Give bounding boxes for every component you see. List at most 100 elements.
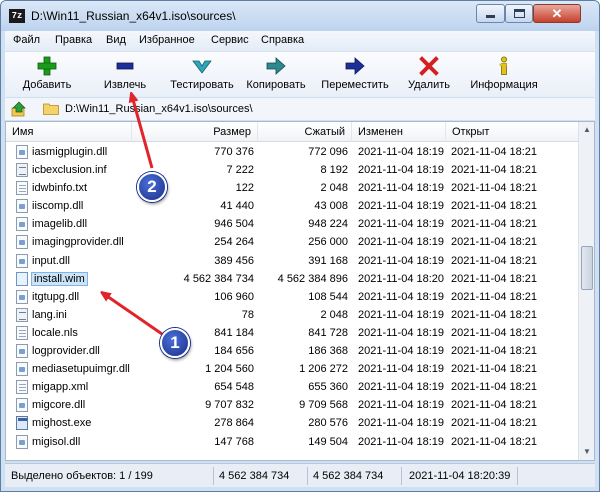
file-list: Имя Размер Сжатый Изменен Открыт iasmigp… xyxy=(5,121,595,461)
column-size[interactable]: Размер xyxy=(132,122,258,142)
column-packed[interactable]: Сжатый xyxy=(258,122,352,142)
menu-view[interactable]: Вид xyxy=(106,34,126,46)
table-row[interactable]: lang.ini 78 2 048 2021-11-04 18:19 2021-11-0… xyxy=(6,306,578,324)
table-row[interactable]: imagingprovider.dll 254 264 256 000 2021-11… xyxy=(6,233,578,251)
dll-file-icon xyxy=(16,344,28,359)
table-row[interactable]: iiscomp.dll 41 440 43 008 2021-11-04 18:19 2… xyxy=(6,197,578,215)
file-size: 278 864 xyxy=(214,417,254,430)
table-row[interactable]: install.wim 4 562 384 734 4 562 384 896 202… xyxy=(6,270,578,288)
column-created[interactable]: Открыт xyxy=(446,122,578,142)
file-rows: iasmigplugin.dll 770 376 772 096 2021-11-04… xyxy=(6,143,578,461)
file-modified: 2021-11-04 18:19 xyxy=(358,200,445,213)
scroll-down-icon[interactable]: ▼ xyxy=(579,444,595,460)
toolbar: Добавить Извлечь Тестировать Копировать … xyxy=(5,51,595,97)
file-created: 2021-11-04 18:21 xyxy=(451,272,538,285)
file-modified: 2021-11-04 18:19 xyxy=(358,290,445,303)
table-row[interactable]: migisol.dll 147 768 149 504 2021-11-04 18:1… xyxy=(6,433,578,451)
delete-x-icon xyxy=(419,56,439,76)
column-header: Имя Размер Сжатый Изменен Открыт xyxy=(6,122,578,142)
table-row[interactable]: migapp.xml 654 548 655 360 2021-11-04 18:19… xyxy=(6,378,578,396)
file-name: icbexclusion.inf xyxy=(32,164,107,177)
file-modified: 2021-11-04 18:19 xyxy=(358,308,445,321)
table-row[interactable]: logprovider.dll 184 656 186 368 2021-11-04 … xyxy=(6,342,578,360)
file-name: locale.nls xyxy=(32,326,78,339)
close-icon: ✕ xyxy=(551,6,563,21)
copy-button[interactable]: Копировать xyxy=(241,54,311,96)
table-row[interactable]: imagelib.dll 946 504 948 224 2021-11-04 18:… xyxy=(6,215,578,233)
file-packed-size: 655 360 xyxy=(308,381,348,394)
table-row[interactable]: migcore.dll 9 707 832 9 709 568 2021-11-04 … xyxy=(6,396,578,414)
file-packed-size: 391 168 xyxy=(308,254,348,267)
file-modified: 2021-11-04 18:20 xyxy=(358,272,445,285)
ini-file-icon xyxy=(16,307,28,322)
file-size: 1 204 560 xyxy=(205,363,254,376)
file-name: install.wim xyxy=(31,271,88,286)
dll-file-icon xyxy=(16,199,28,214)
table-row[interactable]: mighost.exe 278 864 280 576 2021-11-04 18:1… xyxy=(6,414,578,432)
minus-icon xyxy=(116,62,134,70)
file-created: 2021-11-04 18:21 xyxy=(451,218,538,231)
file-size: 122 xyxy=(235,182,254,195)
file-created: 2021-11-04 18:21 xyxy=(451,254,538,267)
file-name: mighost.exe xyxy=(32,417,92,430)
file-size: 78 xyxy=(241,308,254,321)
address-input[interactable] xyxy=(63,99,593,119)
table-row[interactable]: itgtupg.dll 106 960 108 544 2021-11-04 18:1… xyxy=(6,288,578,306)
file-packed-size: 2 048 xyxy=(320,182,348,195)
extract-button[interactable]: Извлечь xyxy=(91,54,159,96)
maximize-button[interactable] xyxy=(505,4,533,23)
file-packed-size: 149 504 xyxy=(308,435,348,448)
file-packed-size: 841 728 xyxy=(308,326,348,339)
dll-file-icon xyxy=(16,253,28,268)
menu-tools[interactable]: Сервис xyxy=(211,34,249,46)
scroll-thumb[interactable] xyxy=(581,246,593,290)
folder-up-icon[interactable] xyxy=(11,101,27,117)
info-button[interactable]: Информация xyxy=(463,54,545,96)
file-packed-size: 948 224 xyxy=(308,218,348,231)
file-size: 389 456 xyxy=(214,254,254,267)
file-size: 770 376 xyxy=(214,146,254,158)
scroll-up-icon[interactable]: ▲ xyxy=(579,122,595,138)
test-label: Тестировать xyxy=(170,79,234,91)
menu-edit[interactable]: Правка xyxy=(55,34,92,46)
table-row[interactable]: icbexclusion.inf 7 222 8 192 2021-11-04 18:… xyxy=(6,161,578,179)
menu-file[interactable]: Файл xyxy=(13,34,40,46)
file-created: 2021-11-04 18:21 xyxy=(451,200,538,213)
table-row[interactable]: input.dll 389 456 391 168 2021-11-04 18:19 2… xyxy=(6,252,578,270)
file-packed-size: 1 206 272 xyxy=(299,363,348,376)
file-created: 2021-11-04 18:21 xyxy=(451,146,538,158)
txt-file-icon xyxy=(16,181,28,196)
file-modified: 2021-11-04 18:19 xyxy=(358,417,445,430)
close-button[interactable]: ✕ xyxy=(533,4,581,23)
file-size: 254 264 xyxy=(214,236,254,249)
test-button[interactable]: Тестировать xyxy=(165,54,239,96)
menu-help[interactable]: Справка xyxy=(261,34,304,46)
table-row[interactable]: mediasetupuimgr.dll 1 204 560 1 206 272 202… xyxy=(6,360,578,378)
status-bar: Выделено объектов: 1 / 199 4 562 384 734… xyxy=(5,463,595,487)
window-title: D:\Win11_Russian_x64v1.iso\sources\ xyxy=(31,9,236,23)
wim-file-icon xyxy=(16,271,28,286)
file-name: migcore.dll xyxy=(32,399,86,412)
menu-favorites[interactable]: Избранное xyxy=(139,34,195,46)
column-modified[interactable]: Изменен xyxy=(352,122,446,142)
add-button[interactable]: Добавить xyxy=(13,54,81,96)
file-packed-size: 186 368 xyxy=(308,345,348,358)
column-modified-label: Изменен xyxy=(358,126,403,138)
archive-window: 7z D:\Win11_Russian_x64v1.iso\sources\ ✕… xyxy=(0,0,600,492)
file-modified: 2021-11-04 18:19 xyxy=(358,363,445,376)
table-row[interactable]: locale.nls 841 184 841 728 2021-11-04 18:19… xyxy=(6,324,578,342)
table-row[interactable]: idwbinfo.txt 122 2 048 2021-11-04 18:19 2021… xyxy=(6,179,578,197)
file-created: 2021-11-04 18:21 xyxy=(451,381,538,394)
vertical-scrollbar[interactable]: ▲ ▼ xyxy=(578,122,594,460)
column-name-label: Имя xyxy=(12,126,34,138)
table-row[interactable]: iasmigplugin.dll 770 376 772 096 2021-11-04… xyxy=(6,143,578,161)
copy-arrow-icon xyxy=(266,57,286,75)
nls-file-icon xyxy=(16,325,28,340)
column-name[interactable]: Имя xyxy=(6,122,132,142)
move-button[interactable]: Переместить xyxy=(317,54,393,96)
minimize-button[interactable] xyxy=(476,4,505,23)
file-created: 2021-11-04 18:21 xyxy=(451,345,538,358)
file-size: 4 562 384 734 xyxy=(183,272,254,285)
delete-button[interactable]: Удалить xyxy=(401,54,457,96)
move-arrow-icon xyxy=(345,57,365,75)
